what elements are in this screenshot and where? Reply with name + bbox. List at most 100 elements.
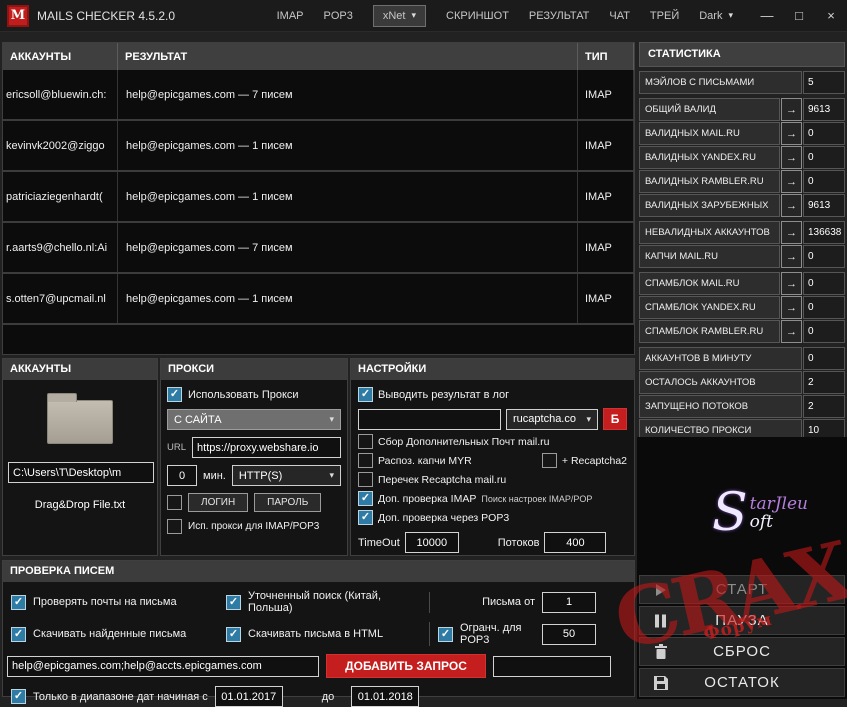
export-arrow-icon[interactable]: → <box>781 272 802 295</box>
table-row[interactable]: patriciaziegenhardt( help@epicgames.com … <box>3 172 634 223</box>
collect-extra-mail-checkbox[interactable] <box>358 434 373 449</box>
stat-value: 2 <box>803 395 845 418</box>
export-arrow-icon[interactable]: → <box>781 146 802 169</box>
export-arrow-icon[interactable]: → <box>781 194 802 217</box>
column-header-accounts[interactable]: АККАУНТЫ <box>3 43 118 70</box>
column-header-result[interactable]: РЕЗУЛЬТАТ <box>118 43 578 70</box>
menu-screenshot[interactable]: СКРИНШОТ <box>446 10 509 22</box>
date-from-input[interactable] <box>215 686 283 707</box>
stat-group: АККАУНТОВ В МИНУТУ 0 ОСТАЛОСЬ АККАУНТОВ … <box>639 347 845 442</box>
table-row[interactable]: kevinvk2002@ziggo help@epicgames.com — 1… <box>3 121 634 172</box>
stat-label: МЭЙЛОВ С ПИСЬМАМИ <box>639 71 802 94</box>
export-arrow-icon[interactable]: → <box>781 122 802 145</box>
use-proxy-checkbox[interactable]: ✓ <box>167 387 182 402</box>
stat-group: СПАМБЛОК MAIL.RU → 0 СПАМБЛОК YANDEX.RU … <box>639 272 845 343</box>
table-row[interactable]: r.aarts9@chello.nl:Ai help@epicgames.com… <box>3 223 634 274</box>
threads-input[interactable] <box>544 532 606 553</box>
statistics-panel: СТАТИСТИКА МЭЙЛОВ С ПИСЬМАМИ 5 ОБЩИЙ ВАЛ… <box>639 42 845 443</box>
pause-button[interactable]: ПАУЗА <box>639 606 845 635</box>
proxy-protocol-select[interactable]: HTTP(S) ▾ <box>232 465 341 486</box>
check-letters-panel: ПРОВЕРКА ПИСЕМ ✓ Проверять почты на пись… <box>2 560 635 697</box>
pop3-limit-checkbox[interactable]: ✓ <box>438 627 453 642</box>
proxy-auth-checkbox[interactable] <box>167 495 182 510</box>
stat-value: 9613 <box>803 98 845 121</box>
check-icon: ✓ <box>361 389 370 400</box>
account-cell: kevinvk2002@ziggo <box>3 121 118 170</box>
recognize-captcha-checkbox[interactable] <box>358 453 373 468</box>
export-arrow-icon[interactable]: → <box>781 170 802 193</box>
column-header-type[interactable]: ТИП <box>578 43 634 70</box>
start-button[interactable]: СТАРТ <box>639 575 845 604</box>
proxy-for-imap-pop3-checkbox[interactable] <box>167 519 182 534</box>
recaptcha2-checkbox[interactable] <box>542 453 557 468</box>
check-icon: ✓ <box>229 629 238 640</box>
letters-from-input[interactable] <box>542 592 596 613</box>
minimize-button[interactable]: — <box>751 0 783 32</box>
imap-search-note: Поиск настроек IMAP/POP <box>481 494 592 504</box>
stat-label: НЕВАЛИДНЫХ АККАУНТОВ <box>639 221 780 244</box>
recognize-captcha-label: Распоз. капчи MYR <box>378 455 472 467</box>
table-row[interactable]: ericsoll@bluewin.ch: help@epicgames.com … <box>3 70 634 121</box>
password-button[interactable]: ПАРОЛЬ <box>254 493 321 512</box>
type-cell: IMAP <box>578 70 634 119</box>
menu-xnet-label: xNet <box>383 10 406 22</box>
reset-button[interactable]: СБРОС <box>639 637 845 666</box>
export-arrow-icon[interactable]: → <box>781 245 802 268</box>
download-letters-checkbox[interactable]: ✓ <box>11 627 26 642</box>
pause-label: ПАУЗА <box>715 612 768 629</box>
export-arrow-icon[interactable]: → <box>781 221 802 244</box>
export-arrow-icon[interactable]: → <box>781 98 802 121</box>
chevron-down-icon: ▾ <box>329 414 334 425</box>
result-cell: help@epicgames.com — 1 писем <box>118 172 578 221</box>
rest-button[interactable]: ОСТАТОК <box>639 668 845 697</box>
proxy-refresh-minutes-input[interactable] <box>167 465 197 486</box>
extra-query-input[interactable] <box>493 656 611 677</box>
export-arrow-icon[interactable]: → <box>781 296 802 319</box>
folder-icon[interactable] <box>47 400 113 444</box>
pause-icon <box>654 613 667 628</box>
log-output-checkbox[interactable]: ✓ <box>358 387 373 402</box>
refined-search-checkbox[interactable]: ✓ <box>226 595 241 610</box>
menu-theme-dropdown[interactable]: Dark ▾ <box>699 10 733 22</box>
pop3-extra-check-checkbox[interactable]: ✓ <box>358 510 373 525</box>
imap-extra-check-label: Доп. проверка IMAP <box>378 493 476 505</box>
settings-panel: НАСТРОЙКИ ✓ Выводить результат в лог ruc… <box>350 358 635 556</box>
pop3-limit-input[interactable] <box>542 624 596 645</box>
captcha-service-select[interactable]: rucaptcha.co ▾ <box>506 409 598 430</box>
recheck-recaptcha-checkbox[interactable] <box>358 472 373 487</box>
app-logo-letter: M <box>11 8 25 23</box>
close-button[interactable]: × <box>815 0 847 32</box>
maximize-button[interactable]: □ <box>783 0 815 32</box>
menu-tray[interactable]: ТРЕЙ <box>650 10 679 22</box>
proxy-source-select[interactable]: С САЙТА ▾ <box>167 409 341 430</box>
menu-imap[interactable]: IMAP <box>277 10 304 22</box>
query-input[interactable] <box>7 656 319 677</box>
log-output-label: Выводить результат в лог <box>378 389 509 401</box>
timeout-input[interactable] <box>405 532 459 553</box>
menu-chat[interactable]: ЧАТ <box>609 10 630 22</box>
date-range-checkbox[interactable]: ✓ <box>11 689 26 704</box>
login-button[interactable]: ЛОГИН <box>188 493 248 512</box>
menu-result[interactable]: РЕЗУЛЬТАТ <box>529 10 589 22</box>
table-row[interactable]: s.otten7@upcmail.nl help@epicgames.com —… <box>3 274 634 325</box>
export-arrow-icon[interactable]: → <box>781 320 802 343</box>
add-query-button[interactable]: ДОБАВИТЬ ЗАПРОС <box>326 654 486 678</box>
menu-xnet-dropdown[interactable]: xNet ▾ <box>373 5 426 27</box>
threads-label: Потоков <box>498 537 540 549</box>
check-icon: ✓ <box>229 597 238 608</box>
menu-pop3[interactable]: POP3 <box>324 10 353 22</box>
proxy-url-input[interactable] <box>192 437 341 458</box>
file-path-input[interactable] <box>8 462 154 483</box>
logo-line2: oft <box>750 513 808 532</box>
download-letters-label: Скачивать найденные письма <box>33 628 186 640</box>
date-to-input[interactable] <box>351 686 419 707</box>
download-html-checkbox[interactable]: ✓ <box>226 627 241 642</box>
play-icon <box>654 583 667 597</box>
table-header: АККАУНТЫ РЕЗУЛЬТАТ ТИП <box>3 43 634 70</box>
imap-extra-check-checkbox[interactable]: ✓ <box>358 491 373 506</box>
proxy-protocol-value: HTTP(S) <box>239 470 282 482</box>
check-letters-checkbox[interactable]: ✓ <box>11 595 26 610</box>
proxy-source-value: С САЙТА <box>174 414 222 426</box>
balance-button[interactable]: Б <box>603 408 627 430</box>
captcha-key-input[interactable] <box>358 409 501 430</box>
